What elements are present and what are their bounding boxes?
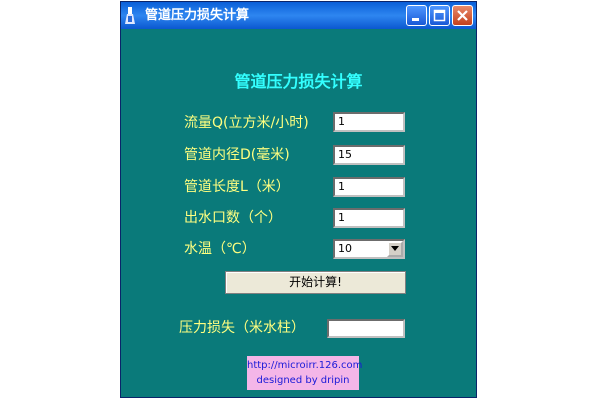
maximize-button[interactable] xyxy=(429,5,450,26)
calculate-button[interactable]: 开始计算! xyxy=(225,271,406,294)
form-heading: 管道压力损失计算 xyxy=(234,72,363,91)
flow-label: 流量Q(立方米/小时) xyxy=(184,115,309,131)
length-label: 管道长度L（米） xyxy=(184,179,290,195)
app-window: 管道压力损失计算 管道压力损失计算 流量Q(立方米/小时) 1 管道内径D(毫米… xyxy=(120,1,477,398)
title-bar[interactable]: 管道压力损失计算 xyxy=(121,2,476,29)
close-icon xyxy=(457,10,468,21)
result-label: 压力损失（米水柱） xyxy=(179,320,305,336)
maximize-icon xyxy=(433,9,446,22)
dropdown-button[interactable] xyxy=(387,241,403,257)
water-temp-value: 10 xyxy=(338,242,352,255)
credit-url[interactable]: http://microirr.126.com xyxy=(247,358,362,373)
water-temp-label: 水温（℃） xyxy=(184,241,256,257)
result-output[interactable] xyxy=(327,319,405,338)
diameter-input[interactable]: 15 xyxy=(333,145,405,165)
minimize-icon xyxy=(412,18,419,21)
outlets-input[interactable]: 1 xyxy=(333,208,405,228)
water-temp-select[interactable]: 10 xyxy=(333,239,405,259)
outlets-label: 出水口数（个） xyxy=(184,210,282,226)
window-title: 管道压力损失计算 xyxy=(145,8,250,23)
length-input[interactable]: 1 xyxy=(333,177,405,197)
chevron-down-icon xyxy=(391,246,399,251)
credit-author: designed by dripin xyxy=(256,375,350,386)
close-button[interactable] xyxy=(452,5,473,26)
minimize-button[interactable] xyxy=(406,5,427,26)
flow-input[interactable]: 1 xyxy=(333,112,405,132)
credit-box: http://microirr.126.com designed by drip… xyxy=(247,356,362,390)
app-icon xyxy=(125,7,135,24)
diameter-label: 管道内径D(毫米) xyxy=(184,147,290,163)
